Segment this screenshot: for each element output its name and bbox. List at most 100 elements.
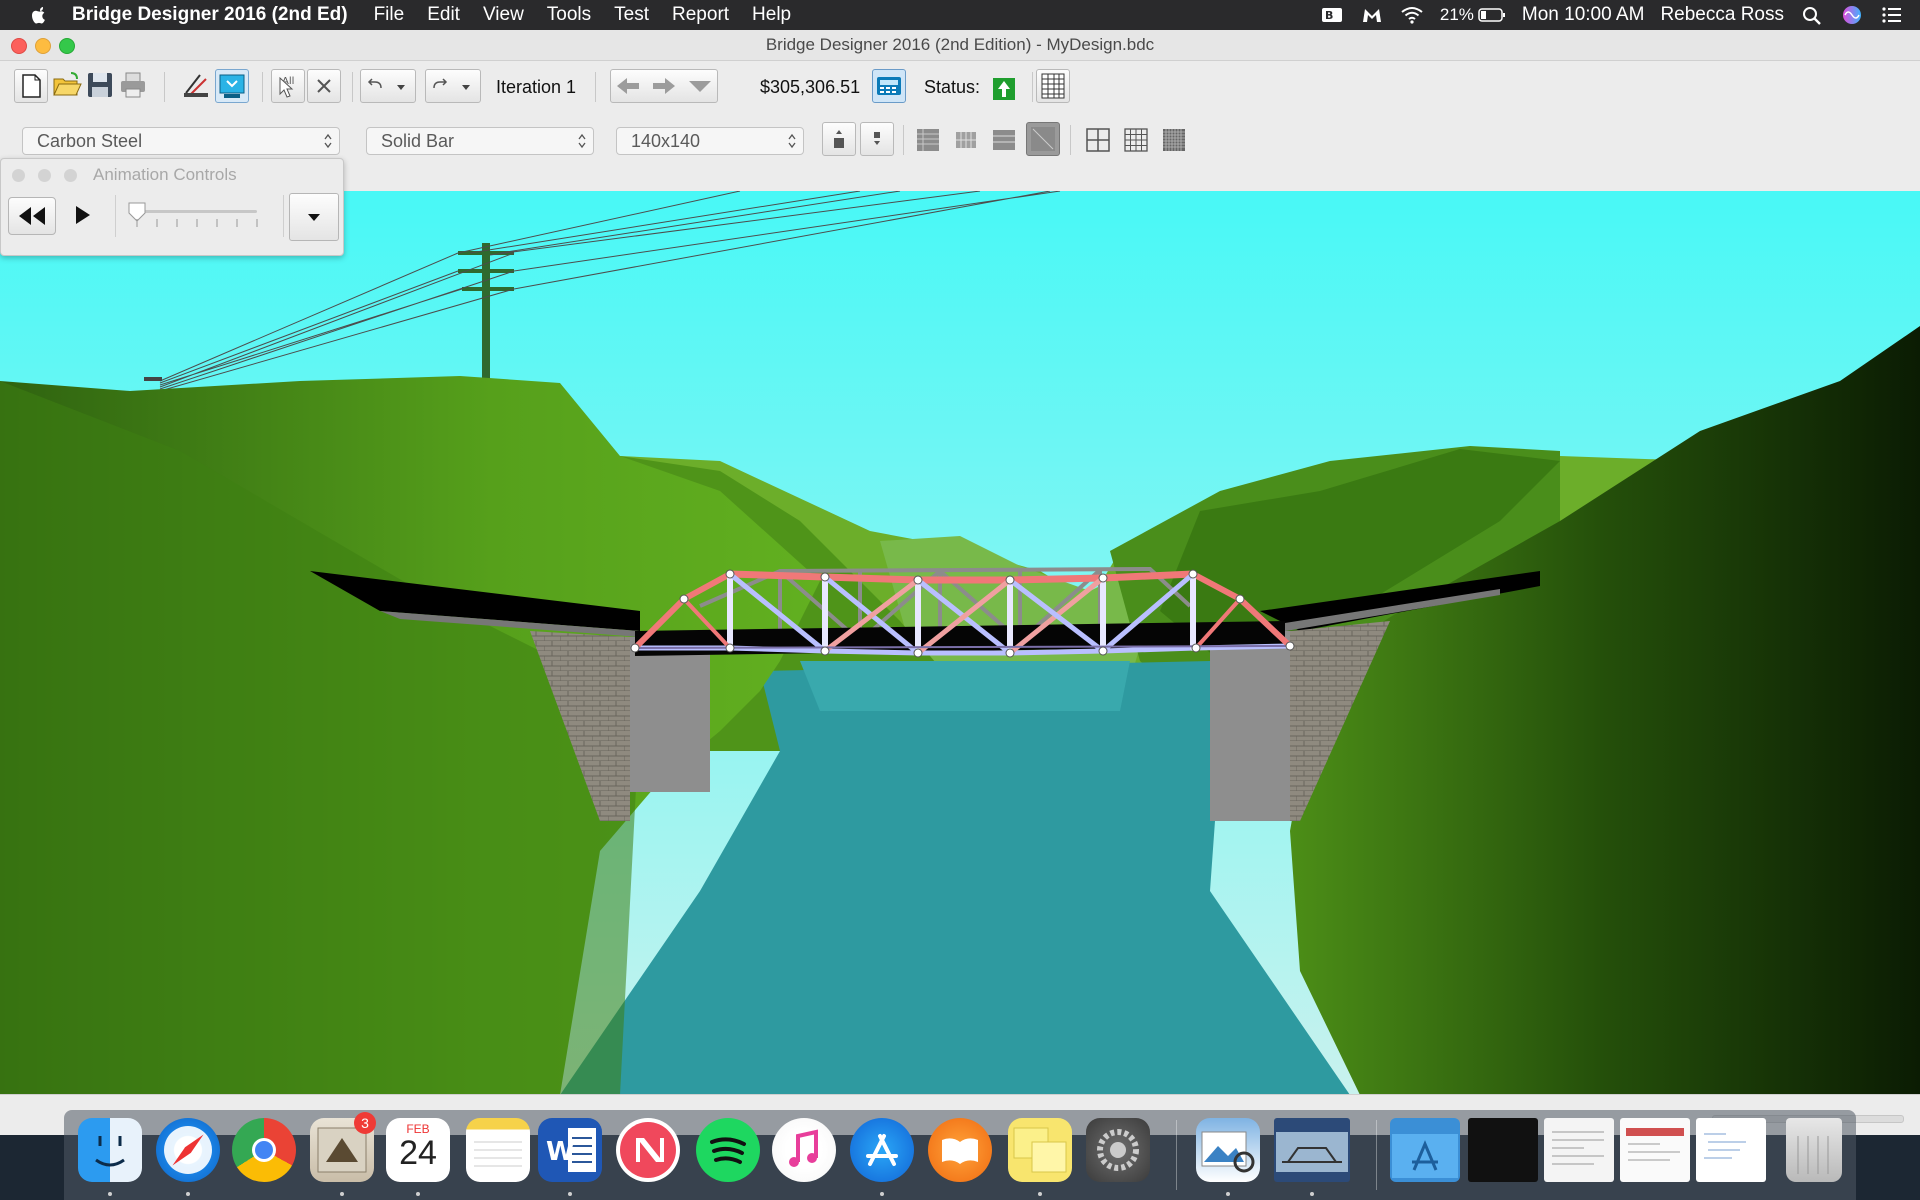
new-document-button[interactable]	[14, 69, 48, 103]
running-indicator	[1226, 1192, 1230, 1196]
siri-icon[interactable]	[1840, 5, 1864, 25]
select-all-button[interactable]: All	[271, 69, 305, 103]
member-size-value: 140x140	[631, 131, 701, 151]
trash-dock-icon[interactable]	[1786, 1118, 1842, 1182]
load-test-animation-view[interactable]	[0, 191, 1920, 1095]
redo-button[interactable]	[425, 69, 481, 103]
finder-face-icon	[95, 1136, 125, 1167]
bridge-designer-dock-icon[interactable]	[1274, 1118, 1350, 1182]
window-titlebar[interactable]: Bridge Designer 2016 (2nd Edition) - MyD…	[0, 30, 1920, 61]
menu-report[interactable]: Report	[672, 4, 729, 26]
menu-tools[interactable]: Tools	[547, 4, 591, 26]
zoom-palette-button[interactable]	[64, 169, 77, 182]
more-controls-dropdown[interactable]	[289, 193, 339, 241]
slider-track	[133, 210, 257, 213]
mail-dock-icon[interactable]: 3	[310, 1112, 376, 1182]
zoom-window-button[interactable]	[59, 38, 75, 54]
app-store-dock-icon[interactable]	[850, 1118, 914, 1182]
print-button[interactable]	[117, 69, 151, 103]
minimize-palette-button[interactable]	[38, 169, 51, 182]
cross-section-value: Solid Bar	[381, 131, 455, 151]
system-preferences-dock-icon[interactable]	[1086, 1118, 1150, 1182]
wifi-icon[interactable]	[1400, 5, 1424, 25]
coarse-grid-icon[interactable]	[1082, 124, 1114, 156]
member-properties-toolbar: Carbon Steel Solid Bar 140x140	[0, 111, 1920, 161]
word-dock-icon[interactable]: W	[538, 1118, 602, 1182]
animation-speed-slider[interactable]	[127, 199, 263, 229]
menu-file[interactable]: File	[374, 4, 405, 26]
minimized-window-code[interactable]	[1696, 1118, 1766, 1182]
size-up-icon	[834, 130, 844, 148]
spotlight-search-icon[interactable]	[1800, 5, 1824, 25]
chrome-dock-icon[interactable]	[232, 1118, 296, 1182]
menu-help[interactable]: Help	[752, 4, 791, 26]
open-button[interactable]	[51, 69, 85, 103]
main-toolbar: All Iteration 1 $305,306.51 Status:	[0, 61, 1920, 111]
calendar-dock-icon[interactable]: FEB 24	[386, 1118, 450, 1182]
drawing-board-button[interactable]	[215, 69, 249, 103]
undo-button[interactable]	[360, 69, 416, 103]
bartender-icon[interactable]: B	[1320, 5, 1344, 25]
auto-correct-button[interactable]	[180, 69, 214, 103]
apple-menu-icon[interactable]	[28, 4, 50, 26]
close-window-button[interactable]	[11, 38, 27, 54]
delete-button[interactable]	[307, 69, 341, 103]
spotify-icon	[710, 1137, 746, 1164]
notes-dock-icon[interactable]	[466, 1118, 530, 1182]
safari-dock-icon[interactable]	[156, 1118, 220, 1182]
minimized-window-webpage[interactable]	[1620, 1118, 1690, 1182]
svg-text:B: B	[1325, 9, 1333, 22]
stickies-dock-icon[interactable]	[1008, 1118, 1072, 1182]
trash-icon	[1797, 1136, 1829, 1174]
finder-dock-icon[interactable]	[78, 1118, 142, 1182]
save-button[interactable]	[84, 69, 118, 103]
undo-icon	[367, 78, 405, 90]
member-numbers-toggle[interactable]	[1026, 122, 1060, 156]
decrease-size-button[interactable]	[860, 122, 894, 156]
news-dock-icon[interactable]	[616, 1118, 680, 1182]
running-indicator	[186, 1192, 190, 1196]
spotify-dock-icon[interactable]	[696, 1118, 760, 1182]
applications-folder-dock-icon[interactable]	[1390, 1118, 1460, 1182]
select-all-icon: All	[279, 76, 294, 98]
malwarebytes-icon[interactable]	[1360, 5, 1384, 25]
load-test-report-button[interactable]	[1036, 69, 1070, 103]
minimized-window-black[interactable]	[1468, 1118, 1538, 1182]
minimize-window-button[interactable]	[35, 38, 51, 54]
menu-user[interactable]: Rebecca Ross	[1660, 4, 1784, 26]
fine-grid-icon[interactable]	[1158, 124, 1190, 156]
member-table-icon[interactable]	[988, 124, 1020, 156]
books-dock-icon[interactable]	[928, 1118, 992, 1182]
menu-edit[interactable]: Edit	[427, 4, 460, 26]
document-thumbnail-icon	[1552, 1131, 1604, 1165]
rewind-button[interactable]	[8, 197, 56, 235]
cost-calculation-button[interactable]	[872, 69, 906, 103]
member-size-select[interactable]: 140x140	[616, 127, 804, 155]
close-palette-button[interactable]	[12, 169, 25, 182]
minimized-window-document[interactable]	[1544, 1118, 1614, 1182]
menu-clock[interactable]: Mon 10:00 AM	[1522, 4, 1645, 26]
battery-icon[interactable]	[1478, 5, 1506, 25]
cross-section-select[interactable]: Solid Bar	[366, 127, 594, 155]
material-select[interactable]: Carbon Steel	[22, 127, 340, 155]
medium-grid-icon[interactable]	[1120, 124, 1152, 156]
previous-iteration-icon[interactable]	[611, 70, 645, 102]
next-iteration-icon[interactable]	[647, 70, 681, 102]
material-value: Carbon Steel	[37, 131, 143, 151]
grid-snap-icon[interactable]	[950, 124, 982, 156]
menu-test[interactable]: Test	[614, 4, 649, 26]
play-button[interactable]	[65, 197, 101, 233]
itunes-dock-icon[interactable]	[772, 1118, 836, 1182]
preview-dock-icon[interactable]	[1196, 1118, 1260, 1182]
member-list-icon[interactable]	[912, 124, 944, 156]
menu-view[interactable]: View	[483, 4, 524, 26]
app-name-menu[interactable]: Bridge Designer 2016 (2nd Ed)	[72, 4, 348, 26]
toolbar-divider	[1070, 125, 1071, 155]
book-icon	[942, 1138, 978, 1164]
increase-size-button[interactable]	[822, 122, 856, 156]
iteration-navigation	[610, 69, 718, 103]
iteration-browser-icon[interactable]	[683, 70, 717, 102]
window-title: Bridge Designer 2016 (2nd Edition) - MyD…	[765, 35, 1155, 54]
status-indicator[interactable]	[993, 78, 1015, 100]
notification-center-icon[interactable]	[1880, 5, 1904, 25]
